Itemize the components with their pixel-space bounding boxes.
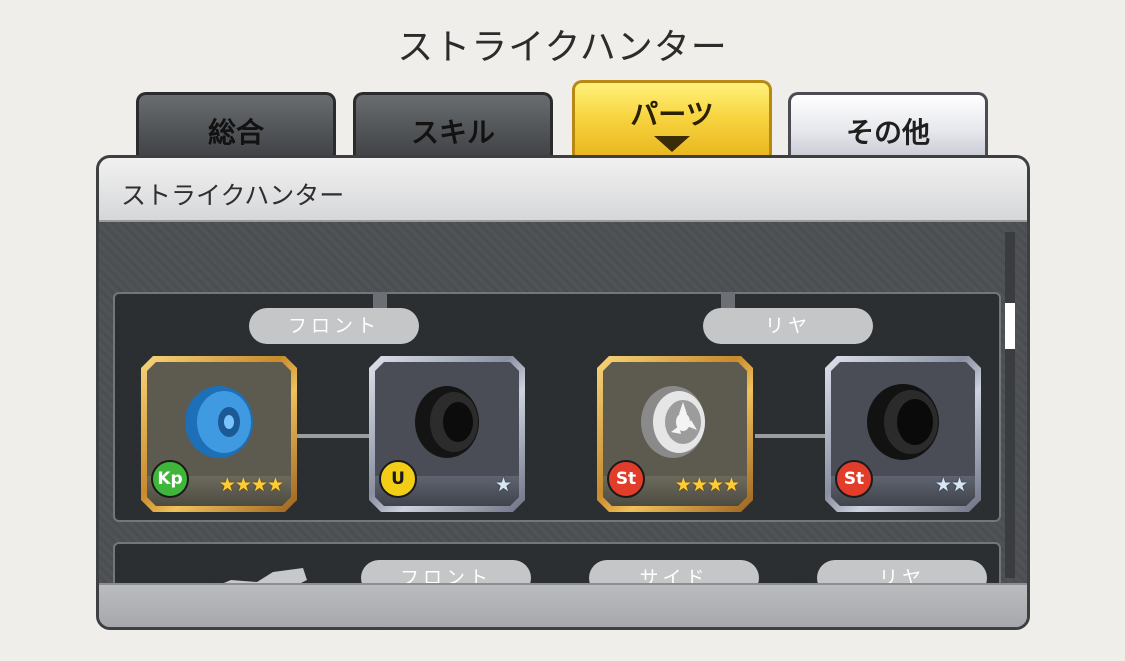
rarity-stars: ★★★★	[674, 474, 740, 496]
black-tire-icon	[415, 386, 479, 458]
part-slot-front-tire[interactable]: U ★	[369, 356, 525, 512]
rarity-stars: ★	[494, 474, 512, 496]
grade-badge: U	[379, 460, 417, 498]
blue-wheel-icon	[185, 386, 253, 458]
tab-parts[interactable]: パーツ	[572, 80, 772, 162]
panel-body[interactable]: フロント リヤ Kp ★★★★ U ★ St ★★★★ St ★★ フロント サ…	[99, 222, 1027, 627]
rarity-stars: ★★★★	[218, 474, 284, 496]
tab-parts-label: パーツ	[630, 98, 714, 131]
part-slot-rear-tire[interactable]: St ★★	[825, 356, 981, 512]
scroll-thumb[interactable]	[1005, 303, 1015, 349]
part-slot-front-wheel[interactable]: Kp ★★★★	[141, 356, 297, 512]
grade-badge: Kp	[151, 460, 189, 498]
tab-skill[interactable]: スキル	[353, 92, 553, 162]
black-tire-icon	[867, 384, 939, 460]
tab-selected-arrow-icon	[654, 136, 690, 152]
slot-connector	[297, 434, 371, 438]
part-slot-rear-wheel[interactable]: St ★★★★	[597, 356, 753, 512]
panel-footer	[99, 583, 1027, 627]
tab-other[interactable]: その他	[788, 92, 988, 162]
grade-badge: St	[607, 460, 645, 498]
rear-label: リヤ	[703, 308, 873, 344]
tire-section: フロント リヤ Kp ★★★★ U ★ St ★★★★ St ★★	[113, 292, 1001, 522]
tab-overview[interactable]: 総合	[136, 92, 336, 162]
panel-header: ストライクハンター	[99, 158, 1027, 222]
page-title: ストライクハンター	[397, 27, 728, 68]
grade-badge: St	[835, 460, 873, 498]
rarity-stars: ★★	[934, 474, 968, 496]
slot-connector	[755, 434, 829, 438]
white-wheel-icon	[641, 386, 705, 458]
scrollbar[interactable]	[1005, 232, 1015, 578]
front-label: フロント	[249, 308, 419, 344]
parts-panel: ストライクハンター フロント リヤ Kp ★★★★ U ★ St ★★★★ St…	[96, 155, 1030, 630]
